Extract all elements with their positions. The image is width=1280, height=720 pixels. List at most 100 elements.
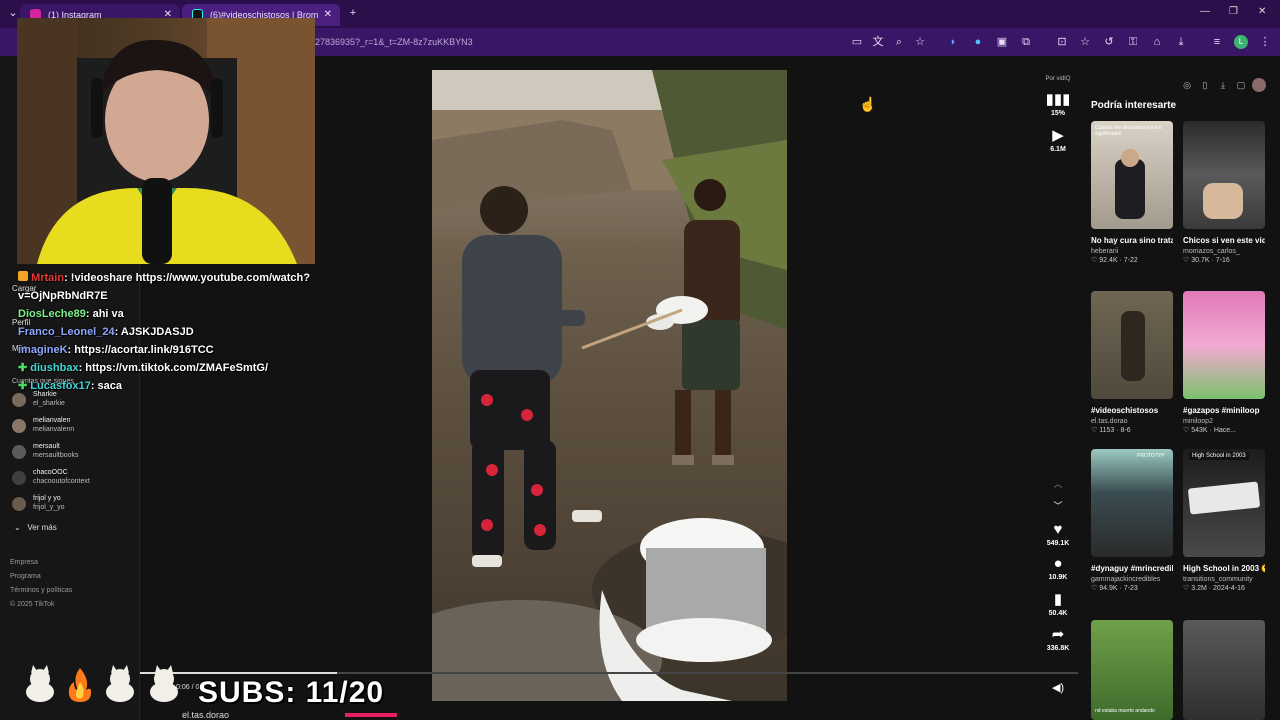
save-button[interactable]: ▮ 50.4K: [1038, 592, 1078, 618]
reco-card[interactable]: PROTOTYP #dynaguy #mrincredible... gamma…: [1091, 449, 1173, 592]
avatar: [12, 497, 26, 511]
avatar: [12, 393, 26, 407]
following-account[interactable]: chacoOOC chacooutofcontext: [12, 467, 140, 491]
reco-card[interactable]: Cuando me obsesiono por los significados…: [1091, 121, 1173, 264]
video-progress-bar[interactable]: [140, 672, 1078, 674]
close-tab-icon[interactable]: ✕: [324, 4, 332, 26]
history-icon[interactable]: ↺: [1102, 35, 1116, 49]
reco-likes: 92.4K: [1099, 257, 1118, 264]
maximize-icon[interactable]: ❐: [1229, 6, 1238, 17]
url-text[interactable]: 527836935?_r=1&_t=ZM-8z7zuKKBYN3: [310, 28, 473, 56]
next-video-button[interactable]: ﹀: [1038, 498, 1078, 514]
video-frame: [432, 70, 787, 701]
extensions-puzzle-icon[interactable]: ⧉: [1019, 35, 1033, 49]
reco-meta: ♡ 3.2M · 2024-4-16: [1183, 585, 1245, 592]
cat-emote-icon: [106, 665, 134, 702]
footer-links: Empresa Programa Términos y políticas © …: [10, 556, 72, 612]
account-name: frijol y yo: [33, 495, 61, 502]
cat-emote-icon: [150, 665, 178, 702]
extension-icon[interactable]: ◗: [946, 35, 960, 49]
share-count: 336.8K: [1046, 645, 1070, 652]
chat-message: ✚ Lucasfox17: saca: [18, 377, 318, 395]
thumbnail-overlay-text: PROTOTYP: [1137, 453, 1165, 459]
footer-link-terms[interactable]: Términos y políticas: [10, 584, 72, 598]
account-handle: frijol_y_yo: [33, 504, 65, 511]
account-name: chacoOOC: [33, 469, 68, 476]
volume-icon: ◀): [1051, 682, 1065, 694]
reco-card[interactable]: #gazapos #miniloop miniloop2 ♡ 543K · Ha…: [1183, 291, 1265, 434]
mobile-icon[interactable]: ▯: [1198, 78, 1212, 92]
play-icon: ▶: [1052, 127, 1064, 144]
reco-card[interactable]: High School in 2003 High School in 2003 …: [1183, 449, 1265, 592]
heart-icon: ♡: [1091, 257, 1098, 264]
download-icon[interactable]: ⤓: [1174, 35, 1188, 49]
reco-caption: No hay cura sino tratamiento...: [1091, 236, 1173, 245]
vidiq-score-button[interactable]: ▮▮▮ 15%: [1038, 92, 1078, 118]
video-player[interactable]: [432, 70, 787, 701]
chat-message: ✚ diushbax: https://vm.tiktok.com/ZMAFeS…: [18, 359, 318, 377]
download-icon[interactable]: ⤓: [1216, 78, 1230, 92]
reco-author: momazos_carlos_: [1183, 248, 1240, 255]
playlist-icon[interactable]: ≡: [1210, 35, 1224, 49]
screenshot-icon[interactable]: ⊡: [1055, 35, 1069, 49]
following-account[interactable]: frijol y yo frijol_y_yo: [12, 493, 140, 517]
translate-icon[interactable]: 文: [871, 35, 885, 49]
reco-thumbnail: nd estaba muerto andando: [1091, 620, 1173, 720]
password-key-icon[interactable]: ⚿: [1126, 35, 1140, 49]
chat-text: : https://acortar.link/916TCC: [67, 344, 214, 356]
reco-card[interactable]: Chicos si ven este video en otra parte..…: [1183, 121, 1265, 264]
footer-link-program[interactable]: Programa: [10, 570, 72, 584]
reco-author: heberarii: [1091, 248, 1119, 255]
reco-card[interactable]: #videoschistosos el.tas.dorao ♡ 1153 · 8…: [1091, 291, 1173, 434]
cast-icon[interactable]: ▭: [850, 35, 864, 49]
following-account[interactable]: mersault mersaultbooks: [12, 441, 140, 465]
reco-thumbnail: High School in 2003: [1183, 449, 1265, 557]
chat-message: DiosLeche89: ahi va: [18, 305, 318, 323]
reco-thumbnail: Cuando me obsesiono por los significados: [1091, 121, 1173, 229]
avatar: [12, 471, 26, 485]
reco-meta: ♡ 92.4K · 7-22: [1091, 257, 1138, 264]
heart-icon: ♥: [1053, 521, 1063, 538]
previous-video-button[interactable]: ︿: [1038, 476, 1078, 492]
bookmark-star-icon[interactable]: ☆: [913, 35, 927, 49]
comment-button[interactable]: ● 10.9K: [1038, 555, 1078, 582]
comment-icon: ●: [1053, 555, 1063, 572]
vidiq-score: 15%: [1050, 110, 1065, 117]
heart-icon: ♡: [1183, 427, 1190, 434]
compass-icon[interactable]: ◎: [1180, 78, 1194, 92]
chat-text: : AJSKJDASJD: [114, 326, 194, 338]
see-more-button[interactable]: ⌄ Ver más: [14, 523, 57, 532]
new-tab-button[interactable]: +: [346, 6, 360, 20]
reco-thumbnail: [1091, 291, 1173, 399]
vpn-icon[interactable]: ⌂: [1150, 35, 1164, 49]
views-count: 6.1M: [1050, 146, 1066, 153]
reco-card[interactable]: nd estaba muerto andando: [1091, 620, 1173, 720]
video-author: el.tas.dorao: [182, 710, 230, 720]
account-handle: chacooutofcontext: [33, 478, 90, 485]
vidiq-provider: Por vidIQ: [1045, 76, 1071, 82]
avatar[interactable]: [1252, 78, 1266, 92]
copyright-text: © 2025 TikTok: [10, 601, 55, 608]
reco-card[interactable]: [1183, 620, 1265, 720]
message-icon[interactable]: ▢: [1234, 78, 1248, 92]
reco-author: miniloop2: [1183, 418, 1213, 425]
following-account[interactable]: melianvalen melianvalenn: [12, 415, 140, 439]
volume-button[interactable]: ◀): [1038, 680, 1078, 696]
reco-caption: #gazapos #miniloop: [1183, 406, 1260, 415]
heart-icon: ♡: [1091, 585, 1098, 592]
heart-icon: ♡: [1183, 257, 1190, 264]
close-window-icon[interactable]: ✕: [1258, 6, 1266, 17]
favorites-icon[interactable]: ☆: [1078, 35, 1092, 49]
profile-avatar[interactable]: L: [1234, 35, 1248, 49]
menu-icon[interactable]: ⋮: [1258, 35, 1272, 49]
minimize-icon[interactable]: —: [1200, 6, 1210, 17]
video-live-bar: [345, 713, 397, 717]
extension-icon[interactable]: ▣: [995, 35, 1009, 49]
zoom-icon[interactable]: ⌕: [892, 35, 906, 49]
reco-likes: 1153: [1099, 427, 1115, 434]
share-button[interactable]: ➦ 336.8K: [1038, 627, 1078, 653]
extension-icon[interactable]: ●: [971, 35, 985, 49]
like-button[interactable]: ♥ 549.1K: [1038, 521, 1078, 548]
chat-username: Franco_Leonel_24: [18, 326, 115, 338]
footer-link-company[interactable]: Empresa: [10, 556, 72, 570]
